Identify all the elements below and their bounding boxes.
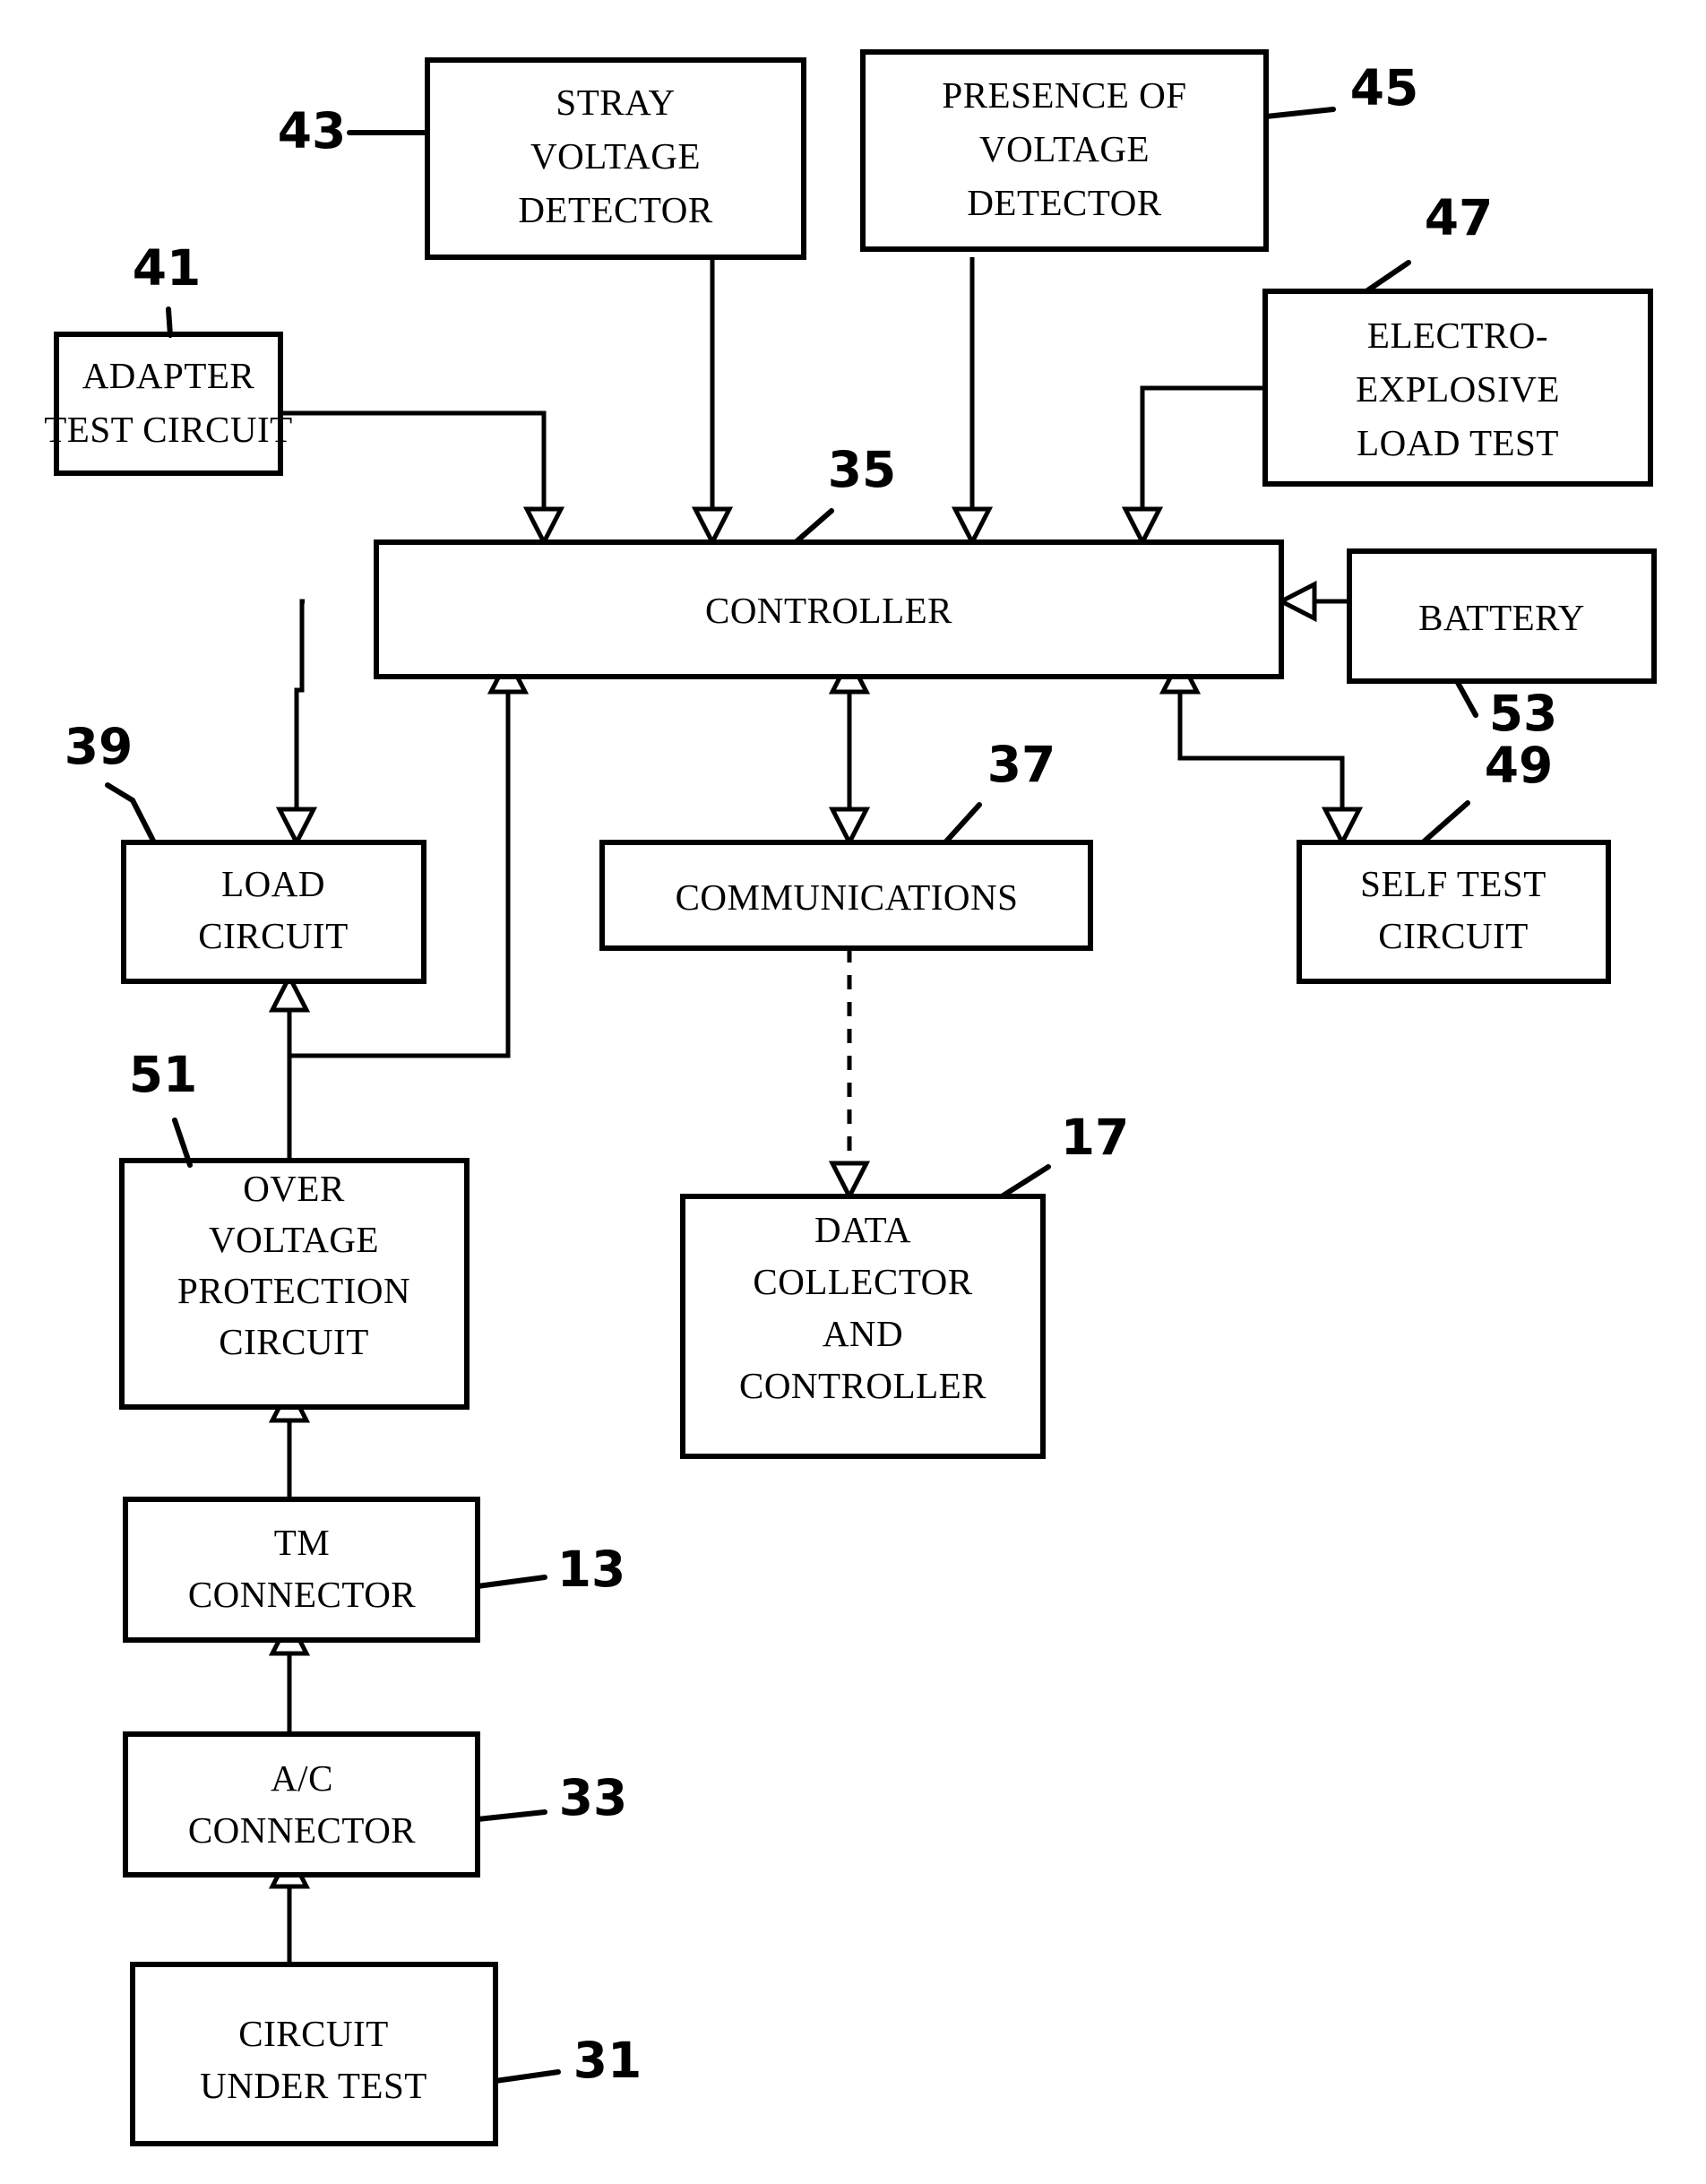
block-label-ovp-line1: OVER	[243, 1168, 345, 1209]
reference-numeral-41-text: 41	[133, 239, 202, 297]
block-rect-circuit-under-test	[130, 1962, 498, 2146]
block-label-ac-connector-line2: CONNECTOR	[188, 1809, 416, 1851]
reference-numeral-49-text: 49	[1485, 737, 1554, 794]
block-label-battery: BATTERY	[1418, 597, 1585, 638]
patent-figure-canvas: STRAY VOLTAGE DETECTOR PRESENCE OF VOLTA…	[0, 0, 1706, 2184]
block-label-load-circuit-line2: CIRCUIT	[198, 915, 349, 956]
reference-numeral-17-text: 17	[1061, 1109, 1130, 1166]
block-battery[interactable]: BATTERY	[1347, 548, 1657, 684]
block-self-test-circuit[interactable]: SELF TEST CIRCUIT	[1297, 840, 1611, 984]
block-label-dcc-line3: AND	[823, 1313, 903, 1354]
block-label-self-test-circuit-line2: CIRCUIT	[1378, 915, 1529, 956]
block-electro-explosive-load-test[interactable]: ELECTRO- EXPLOSIVE LOAD TEST	[1262, 289, 1653, 487]
reference-numeral-45-text: 45	[1350, 59, 1419, 117]
block-stray-voltage-detector[interactable]: STRAY VOLTAGE DETECTOR	[425, 57, 806, 260]
block-label-tm-connector-line1: TM	[274, 1522, 331, 1563]
block-tm-connector[interactable]: TM CONNECTOR	[123, 1497, 480, 1643]
block-rect-tm-connector	[123, 1497, 480, 1643]
block-label-self-test-circuit-line1: SELF TEST	[1360, 863, 1547, 904]
reference-numeral-43-text: 43	[278, 102, 347, 160]
block-label-stray-voltage-detector-line2: VOLTAGE	[530, 135, 701, 177]
block-label-ovp-line4: CIRCUIT	[219, 1321, 369, 1362]
block-label-ovp-line2: VOLTAGE	[209, 1219, 379, 1260]
block-communications[interactable]: COMMUNICATIONS	[599, 840, 1093, 951]
block-label-circuit-under-test-line2: UNDER TEST	[200, 2065, 427, 2106]
block-over-voltage-protection-circuit[interactable]: OVER VOLTAGE PROTECTION CIRCUIT	[119, 1158, 470, 1410]
block-label-stray-voltage-detector-line1: STRAY	[556, 82, 675, 123]
block-label-ovp-line3: PROTECTION	[177, 1270, 410, 1311]
block-label-presence-of-voltage-detector-line3: DETECTOR	[967, 182, 1162, 223]
block-adapter-test-circuit[interactable]: ADAPTER TEST CIRCUIT	[44, 332, 292, 476]
block-label-adapter-test-circuit-line1: ADAPTER	[82, 355, 255, 396]
block-label-dcc-line2: COLLECTOR	[753, 1261, 972, 1302]
reference-numeral-51-text: 51	[129, 1046, 198, 1103]
block-label-adapter-test-circuit-line2: TEST CIRCUIT	[44, 409, 292, 450]
block-load-circuit[interactable]: LOAD CIRCUIT	[121, 840, 426, 984]
block-label-presence-of-voltage-detector-line1: PRESENCE OF	[942, 74, 1186, 116]
block-label-presence-of-voltage-detector-line2: VOLTAGE	[979, 128, 1150, 169]
reference-numeral-37-text: 37	[987, 736, 1056, 793]
leader-line-41	[166, 306, 173, 338]
reference-numeral-47-text: 47	[1425, 189, 1494, 246]
reference-numeral-35-text: 35	[828, 441, 897, 498]
block-label-dcc-line4: CONTROLLER	[739, 1365, 987, 1406]
block-data-collector-and-controller[interactable]: DATA COLLECTOR AND CONTROLLER	[680, 1194, 1046, 1459]
block-label-electro-explosive-load-test-line2: EXPLOSIVE	[1356, 368, 1560, 410]
block-label-circuit-under-test-line1: CIRCUIT	[238, 2013, 389, 2054]
reference-numeral-31-text: 31	[573, 2032, 642, 2089]
block-circuit-under-test[interactable]: CIRCUIT UNDER TEST	[130, 1962, 498, 2146]
reference-numeral-13-text: 13	[557, 1541, 626, 1598]
block-rect-ac-connector	[123, 1731, 480, 1878]
block-presence-of-voltage-detector[interactable]: PRESENCE OF VOLTAGE DETECTOR	[860, 49, 1269, 252]
reference-numeral-53-text: 53	[1489, 685, 1558, 742]
block-label-load-circuit-line1: LOAD	[221, 863, 325, 904]
reference-numeral-39-text: 39	[65, 718, 134, 775]
block-ac-connector[interactable]: A/C CONNECTOR	[123, 1731, 480, 1878]
reference-numeral-33-text: 33	[559, 1769, 628, 1826]
block-controller[interactable]: CONTROLLER	[374, 540, 1284, 679]
block-label-electro-explosive-load-test-line3: LOAD TEST	[1357, 422, 1559, 463]
block-label-ac-connector-line1: A/C	[271, 1757, 333, 1799]
block-label-tm-connector-line2: CONNECTOR	[188, 1574, 416, 1615]
block-label-controller: CONTROLLER	[705, 590, 952, 631]
block-label-stray-voltage-detector-line3: DETECTOR	[518, 189, 713, 230]
block-label-communications: COMMUNICATIONS	[676, 876, 1019, 918]
block-label-electro-explosive-load-test-line1: ELECTRO-	[1367, 315, 1548, 356]
block-label-dcc-line1: DATA	[814, 1209, 911, 1250]
